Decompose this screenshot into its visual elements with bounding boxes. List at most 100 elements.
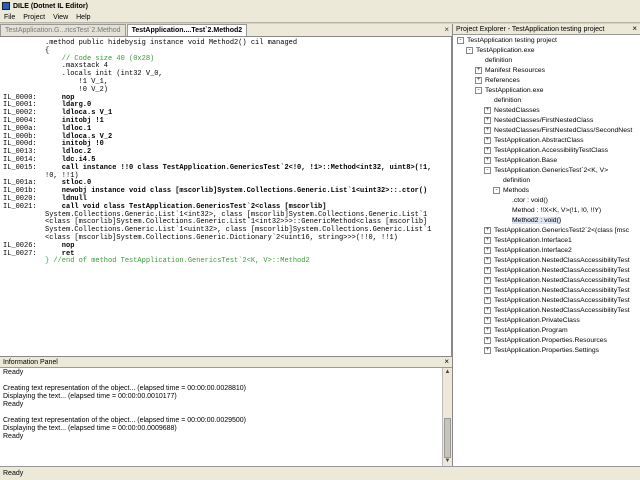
expand-icon[interactable]: + <box>484 326 491 334</box>
app-icon <box>2 2 10 10</box>
menu-project[interactable]: Project <box>19 14 49 21</box>
tree-node-label: TestApplication.NestedClassAccessibility… <box>494 257 630 264</box>
collapse-icon[interactable]: - <box>475 86 482 94</box>
il-label <box>3 219 45 227</box>
tree-node[interactable]: - TestApplication.exe <box>475 86 544 96</box>
tree-node[interactable]: + TestApplication.Base <box>484 156 557 166</box>
expand-icon[interactable]: + <box>484 156 491 164</box>
tab-method2[interactable]: TestApplication....Test`2.Method2 <box>126 24 248 36</box>
tree-node[interactable]: + TestApplication.PrivateClass <box>484 316 580 326</box>
il-instruction: } //end of method TestApplication.Generi… <box>45 257 310 266</box>
close-icon[interactable]: × <box>444 357 449 366</box>
tree-node-label: Manifest Resources <box>485 67 546 74</box>
tree-node[interactable]: Method2 : void() <box>502 216 562 226</box>
tree-node[interactable]: + TestApplication.AccessibilityTestClass <box>484 146 608 156</box>
expand-icon[interactable]: + <box>484 336 491 344</box>
scroll-down-icon[interactable]: ▼ <box>443 457 452 466</box>
expand-icon[interactable]: + <box>484 226 491 234</box>
expand-icon[interactable]: + <box>484 146 491 154</box>
tree-node[interactable]: - TestApplication.GenericsTest`2<K, V> <box>484 166 608 176</box>
tree-node[interactable]: + References <box>475 76 520 86</box>
expand-icon[interactable]: + <box>475 66 482 74</box>
tree-node-label: TestApplication testing project <box>467 37 557 44</box>
tree-node-label: definition <box>503 177 531 184</box>
expand-icon[interactable]: + <box>484 296 491 304</box>
tree-node-label: TestApplication.Properties.Settings <box>494 347 600 354</box>
collapse-icon[interactable]: - <box>466 46 473 54</box>
tree-node[interactable]: .ctor : void() <box>502 196 548 206</box>
tree-node[interactable]: definition <box>475 56 512 66</box>
project-tree: - TestApplication testing project - TestApp… <box>453 36 640 354</box>
editor-tabs: TestApplication.G...ricsTest`2.Method Te… <box>0 24 452 37</box>
tree-node[interactable]: + TestApplication.NestedClassAccessibilit… <box>484 306 630 316</box>
tree-node[interactable]: - TestApplication.exe <box>466 46 535 56</box>
close-icon[interactable]: × <box>444 25 449 34</box>
il-instruction: .method public hidebysig instance void M… <box>45 39 298 47</box>
expand-icon[interactable]: + <box>484 116 491 124</box>
title-bar: DILE (Dotnet IL Editor) <box>0 0 640 12</box>
il-label <box>3 40 45 48</box>
tree-node[interactable]: + TestApplication.Properties.Settings <box>484 346 599 354</box>
expand-icon[interactable]: + <box>484 286 491 294</box>
tree-node[interactable]: + TestApplication.NestedClassAccessibilit… <box>484 286 630 296</box>
expand-icon[interactable]: + <box>484 276 491 284</box>
tree-node-label: TestApplication.Base <box>494 157 558 164</box>
tree-node-label: NestedClasses <box>494 107 540 114</box>
expand-icon[interactable]: + <box>484 236 491 244</box>
tree-node[interactable]: + TestApplication.Program <box>484 326 568 336</box>
tree-node[interactable]: + TestApplication.NestedClassAccessibilit… <box>484 276 630 286</box>
expand-icon[interactable]: + <box>475 76 482 84</box>
tree-node[interactable]: + TestApplication.AbstractClass <box>484 136 584 146</box>
collapse-icon[interactable]: - <box>484 166 491 174</box>
tree-node-label: .ctor : void() <box>512 197 548 204</box>
tree-node-label: definition <box>485 57 513 64</box>
expand-icon[interactable]: + <box>484 306 491 314</box>
tree-node[interactable]: Method : !!X<K, V>(!1, !0, !!Y) <box>502 206 601 216</box>
tree-node[interactable]: + TestApplication.GenericsTest2`2<(class … <box>484 226 629 236</box>
tree-node[interactable]: - TestApplication testing project <box>457 36 557 46</box>
tree-node[interactable]: + TestApplication.Interface1 <box>484 236 572 246</box>
menu-help[interactable]: Help <box>72 14 94 21</box>
close-icon[interactable]: × <box>632 24 637 33</box>
info-scrollbar[interactable]: ▲ ▼ <box>442 368 452 466</box>
expand-icon[interactable]: + <box>484 316 491 324</box>
scroll-thumb[interactable] <box>444 418 451 458</box>
expand-icon[interactable]: + <box>484 126 491 134</box>
tree-node[interactable]: + TestApplication.NestedClassAccessibilit… <box>484 256 630 266</box>
tree-node-label: Method2 : void() <box>512 217 562 224</box>
scroll-up-icon[interactable]: ▲ <box>443 368 452 377</box>
tree-node[interactable]: definition <box>484 96 521 106</box>
expand-icon[interactable]: + <box>484 136 491 144</box>
tree-node-label: TestApplication.Interface2 <box>494 247 572 254</box>
il-label <box>3 227 45 235</box>
tree-node[interactable]: definition <box>493 176 530 186</box>
collapse-icon[interactable]: - <box>457 36 464 44</box>
expand-icon[interactable]: + <box>484 106 491 114</box>
tree-node[interactable]: + TestApplication.Interface2 <box>484 246 572 256</box>
il-label <box>3 48 45 56</box>
status-text: Ready <box>3 470 24 477</box>
tree-node[interactable]: + NestedClasses <box>484 106 540 116</box>
tree-node-label: TestApplication.NestedClassAccessibility… <box>494 277 630 284</box>
tree-node[interactable]: + Manifest Resources <box>475 66 545 76</box>
tree-node[interactable]: + TestApplication.NestedClassAccessibilit… <box>484 266 630 276</box>
expand-icon[interactable]: + <box>484 246 491 254</box>
tree-node[interactable]: - Methods <box>493 186 529 196</box>
tree-node-label: TestApplication.NestedClassAccessibility… <box>494 287 630 294</box>
il-instruction: call instance !!0 class TestApplication.… <box>45 163 432 172</box>
tree-node[interactable]: + NestedClasses/FirstNestedClass <box>484 116 593 126</box>
tab-method[interactable]: TestApplication.G...ricsTest`2.Method <box>0 24 126 36</box>
expand-icon[interactable]: + <box>484 266 491 274</box>
tree-node[interactable]: + TestApplication.NestedClassAccessibilit… <box>484 296 630 306</box>
menu-file[interactable]: File <box>0 14 19 21</box>
il-code-view[interactable]: .method public hidebysig instance void M… <box>0 38 452 356</box>
menu-view[interactable]: View <box>49 14 72 21</box>
code-line: .method public hidebysig instance void M… <box>3 39 452 48</box>
expand-icon[interactable]: + <box>484 346 491 354</box>
menu-bar: File Project View Help <box>0 12 640 23</box>
tree-node[interactable]: + NestedClasses/FirstNestedClass/SecondNe… <box>484 126 632 136</box>
il-label <box>3 79 45 87</box>
expand-icon[interactable]: + <box>484 256 491 264</box>
collapse-icon[interactable]: - <box>493 186 500 194</box>
tree-node[interactable]: + TestApplication.Properties.Resources <box>484 336 607 346</box>
